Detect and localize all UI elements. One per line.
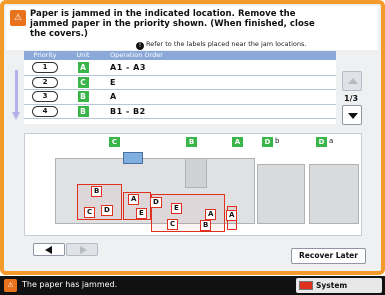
unit-sublabel: a <box>329 137 334 145</box>
finisher-b <box>257 164 305 224</box>
priority-badge: 4 <box>32 105 58 117</box>
jam-label: A <box>226 210 238 221</box>
system-monitor-icon <box>299 281 313 290</box>
jam-location-diagram: C B A D b D a B A D C D E E A C B A <box>24 133 362 236</box>
table-row[interactable]: 2 C E <box>24 76 336 90</box>
scroll-up-button[interactable] <box>342 71 362 91</box>
jam-label: A <box>128 194 140 205</box>
paper-jam-icon: ⚠ <box>10 10 26 26</box>
table-header: Priority Unit Operation Order <box>24 51 336 60</box>
unit-label: D <box>262 137 273 147</box>
unit-label: C <box>109 137 120 147</box>
jam-label: D <box>101 205 113 216</box>
previous-button[interactable] <box>33 243 65 256</box>
jam-hint: ! Refer to the labels placed near the jam… <box>136 40 306 50</box>
screen: ⚠ Paper is jammed in the indicated locat… <box>0 0 385 295</box>
system-monitor-button[interactable]: System Monitor <box>296 278 382 293</box>
priority-badge: 1 <box>32 62 58 74</box>
status-bar: ⚠ The paper has jammed. System Monitor <box>0 276 385 295</box>
unit-badge: B <box>77 105 89 117</box>
jam-label: E <box>136 208 147 219</box>
jam-label: C <box>84 207 96 218</box>
operation-order: A1 - A3 <box>110 63 146 73</box>
jam-label: B <box>200 220 212 231</box>
priority-badge: 3 <box>32 91 58 103</box>
unit-label: A <box>232 137 243 147</box>
col-unit: Unit <box>76 51 90 59</box>
table-row[interactable]: 3 B A <box>24 90 336 105</box>
priority-arrow <box>12 70 21 122</box>
col-order: Operation Order <box>110 51 163 59</box>
priority-badge: 2 <box>32 76 58 88</box>
paper-jam-status-icon: ⚠ <box>4 279 17 292</box>
table-row[interactable]: 1 A A1 - A3 <box>24 61 336 76</box>
jam-label: C <box>167 219 179 230</box>
unit-label: B <box>186 137 197 147</box>
finisher-a <box>309 164 359 224</box>
unit-sublabel: b <box>275 137 280 145</box>
unit-badge: B <box>77 91 89 103</box>
info-icon: ! <box>136 42 144 50</box>
unit-badge: C <box>77 76 89 88</box>
scroll-down-button[interactable] <box>342 105 362 125</box>
operation-order: E <box>110 77 116 87</box>
system-monitor-label: System Monitor <box>316 281 348 290</box>
control-panel <box>123 152 143 164</box>
recover-later-button[interactable]: Recover Later <box>291 248 366 264</box>
dialog-header: ⚠ Paper is jammed in the indicated locat… <box>6 6 378 50</box>
page-indicator: 1/3 <box>344 94 359 103</box>
table-row[interactable]: 4 B B1 - B2 <box>24 105 336 119</box>
col-priority: Priority <box>33 51 57 59</box>
next-button[interactable] <box>66 243 98 256</box>
hint-text: Refer to the labels placed near the jam … <box>146 40 307 48</box>
jam-message: Paper is jammed in the indicated locatio… <box>30 9 315 39</box>
jam-label: E <box>171 203 182 214</box>
jam-label: A <box>205 209 217 220</box>
jam-label: D <box>150 197 162 208</box>
operation-order: A <box>110 92 117 102</box>
jam-label: B <box>91 186 103 197</box>
table-rows: 1 A A1 - A3 2 C E 3 B A 4 B B1 - B2 <box>24 61 336 119</box>
unit-label: D <box>316 137 327 147</box>
status-text: The paper has jammed. <box>22 280 118 289</box>
operation-order: B1 - B2 <box>110 106 146 116</box>
unit-badge: A <box>77 62 89 74</box>
feeder-unit <box>185 158 207 188</box>
